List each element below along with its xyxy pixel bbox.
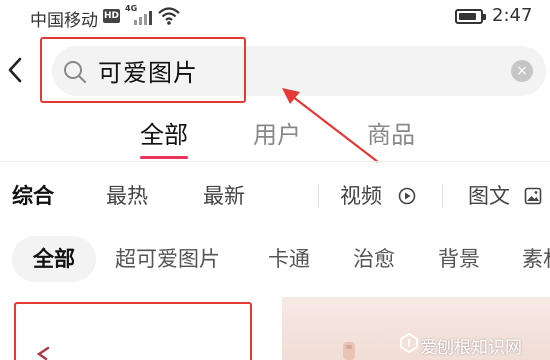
sort-comprehensive[interactable]: 综合 — [12, 180, 54, 210]
sort-divider — [442, 184, 443, 208]
chip-background[interactable]: 背景 — [438, 236, 480, 282]
tab-all[interactable]: 全部 — [140, 115, 188, 150]
chip-all[interactable]: 全部 — [12, 236, 96, 282]
chip-cartoon[interactable]: 卡通 — [268, 236, 310, 282]
divider — [0, 161, 550, 162]
status-bar: 中国移动 HD 4G 2:47 — [0, 0, 550, 34]
hd-badge: HD — [103, 9, 120, 23]
battery-level — [459, 13, 476, 20]
chip-super-cute[interactable]: 超可爱图片 — [115, 236, 220, 282]
play-circle-icon — [398, 187, 416, 205]
status-time: 2:47 — [492, 5, 533, 26]
tab-products[interactable]: 商品 — [367, 115, 415, 150]
active-tab-indicator — [140, 156, 188, 159]
clear-search-button[interactable]: × — [511, 60, 533, 82]
back-arrow-icon[interactable] — [4, 55, 26, 85]
filter-image-text[interactable]: 图文 — [468, 180, 510, 210]
sort-hottest[interactable]: 最热 — [106, 180, 148, 210]
watermark-logo-icon — [400, 333, 418, 353]
tab-users[interactable]: 用户 — [253, 115, 301, 150]
sort-divider — [318, 184, 319, 208]
annotation-box-search — [40, 37, 246, 103]
filter-video[interactable]: 视频 — [340, 180, 382, 210]
battery-icon — [455, 9, 486, 24]
chip-healing[interactable]: 治愈 — [353, 236, 395, 282]
image-icon — [524, 187, 542, 205]
image-thumbnail-mark — [343, 342, 355, 360]
signal-icon — [126, 9, 156, 25]
wifi-icon — [158, 7, 180, 25]
watermark: 爱刨根知识网 — [420, 338, 522, 358]
annotation-box-result — [14, 302, 252, 360]
chip-material[interactable]: 素材 — [522, 236, 550, 282]
carrier-name: 中国移动 — [30, 11, 98, 31]
sort-newest[interactable]: 最新 — [203, 180, 245, 210]
